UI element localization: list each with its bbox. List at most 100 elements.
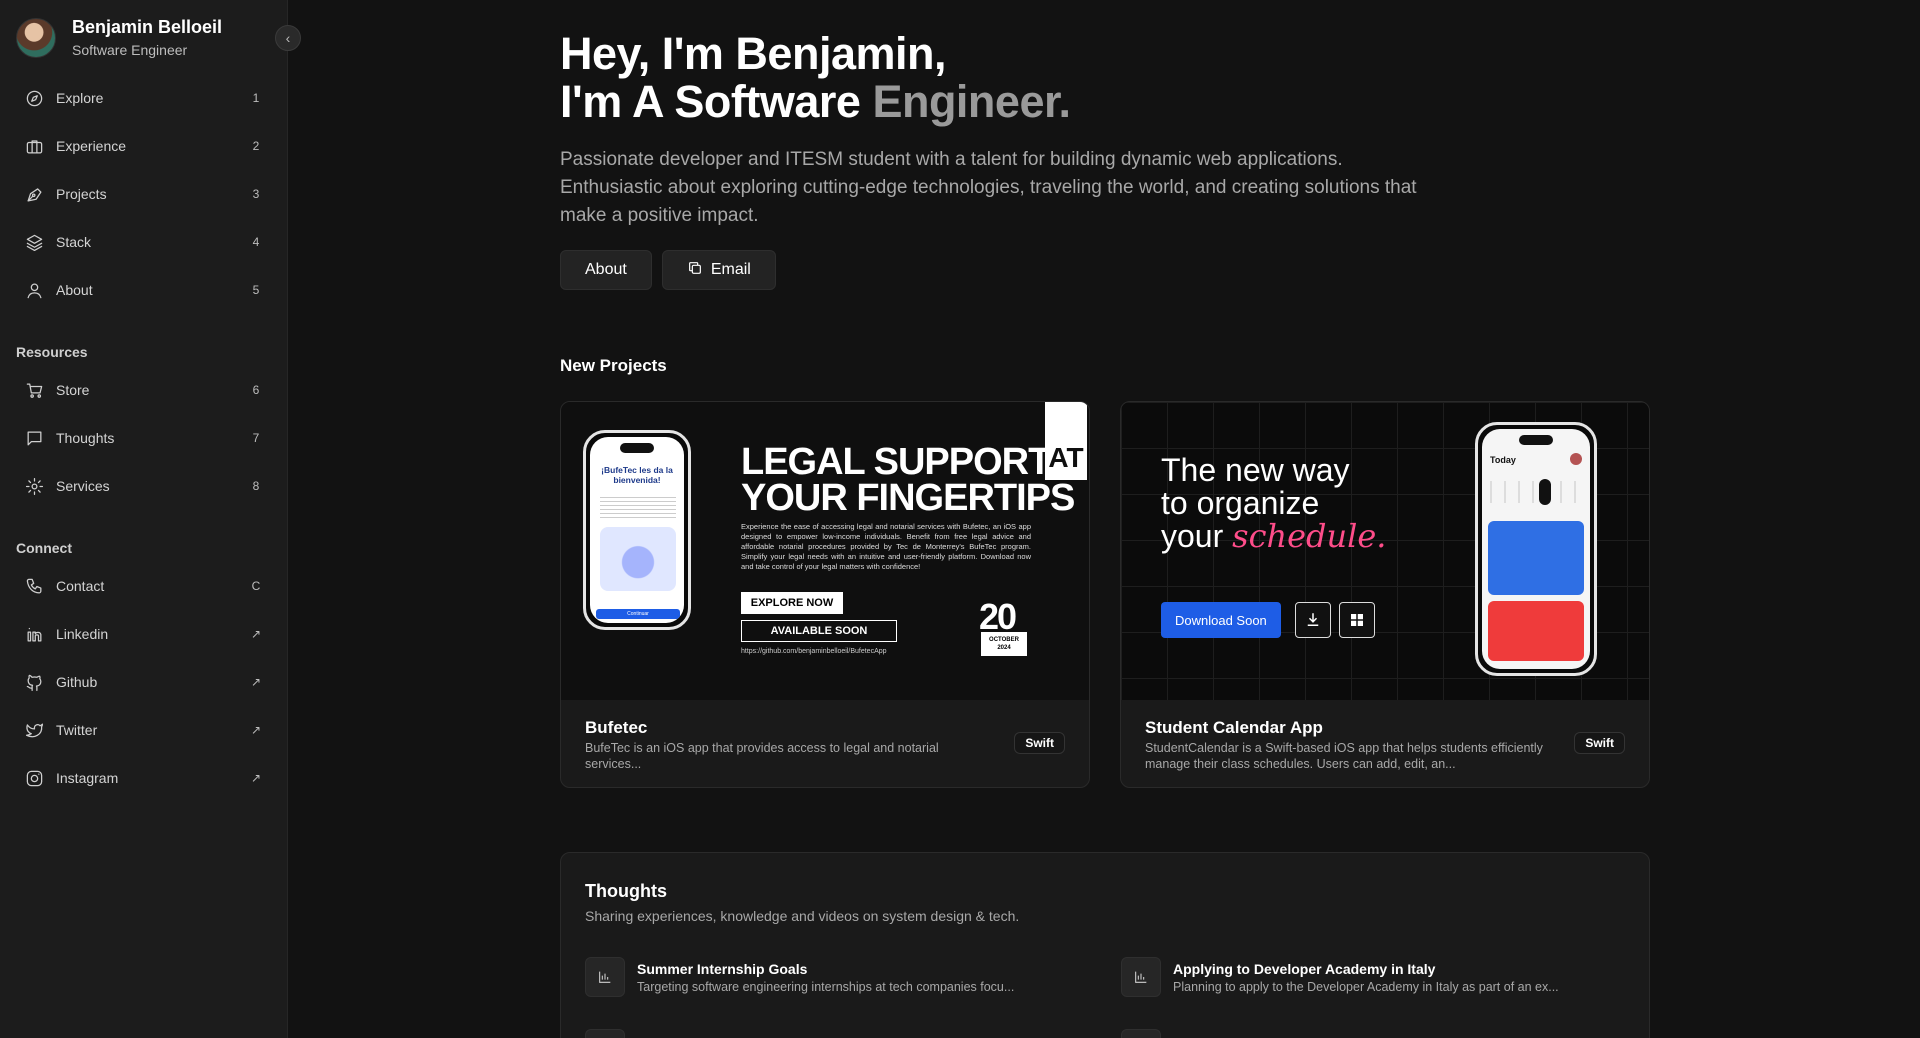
promo-body: Experience the ease of accessing legal a… bbox=[741, 522, 1031, 571]
external-link-icon: ↗ bbox=[250, 723, 262, 737]
promo-headline-1: The new way bbox=[1161, 452, 1350, 488]
sidebar-item-contact[interactable]: Contact C bbox=[12, 562, 266, 610]
thought-text bbox=[637, 1029, 1067, 1038]
message-square-icon bbox=[24, 428, 44, 448]
thoughts-subtitle: Sharing experiences, knowledge and video… bbox=[585, 908, 1020, 924]
external-link-icon: ↗ bbox=[250, 627, 262, 641]
sidebar-item-projects[interactable]: Projects 3 bbox=[12, 170, 266, 218]
promo-date-box: OCTOBER 2024 bbox=[981, 632, 1027, 656]
linkedin-icon bbox=[24, 624, 44, 644]
thought-text bbox=[1173, 1029, 1603, 1038]
main-content: Hey, I'm Benjamin, I'm A Software Engine… bbox=[288, 0, 1920, 1038]
phone-mockup: ¡BufeTec les da la bienvenida! Continuar bbox=[583, 430, 691, 630]
cart-icon bbox=[24, 380, 44, 400]
project-description: StudentCalendar is a Swift-based iOS app… bbox=[1145, 741, 1543, 771]
gear-icon bbox=[24, 476, 44, 496]
sidebar-item-stack[interactable]: Stack 4 bbox=[12, 218, 266, 266]
download-icon bbox=[1295, 602, 1331, 638]
connect-nav: Contact C Linkedin ↗ Github ↗ Twitter ↗ … bbox=[12, 562, 266, 802]
sidebar-item-twitter[interactable]: Twitter ↗ bbox=[12, 706, 266, 754]
thought-item[interactable]: Applying to Developer Academy in Italy P… bbox=[1121, 957, 1603, 997]
sidebar-item-services[interactable]: Services 8 bbox=[12, 462, 266, 510]
shortcut-key: 1 bbox=[252, 91, 260, 105]
phone-selected-day bbox=[1539, 479, 1551, 505]
about-button[interactable]: About bbox=[560, 250, 652, 290]
thoughts-section: Thoughts Sharing experiences, knowledge … bbox=[560, 852, 1650, 1038]
promo-headline-2: YOUR FINGERTIPS bbox=[741, 477, 1075, 519]
phone-mockup: Today bbox=[1475, 422, 1597, 676]
thought-item[interactable] bbox=[585, 1029, 1067, 1038]
promo-headline: LEGAL SUPPORT YOUR FINGERTIPS bbox=[741, 441, 1075, 519]
thought-text: Summer Internship Goals Targeting softwa… bbox=[637, 957, 1067, 997]
thought-item[interactable]: Summer Internship Goals Targeting softwa… bbox=[585, 957, 1067, 997]
briefcase-icon bbox=[24, 136, 44, 156]
sidebar-item-linkedin[interactable]: Linkedin ↗ bbox=[12, 610, 266, 658]
shortcut-key: 5 bbox=[252, 283, 260, 297]
project-image: ¡BufeTec les da la bienvenida! Continuar… bbox=[561, 402, 1089, 700]
promo-date-month: OCTOBER bbox=[989, 637, 1019, 643]
copy-icon bbox=[687, 260, 703, 281]
external-link-icon: ↗ bbox=[250, 771, 262, 785]
compass-icon bbox=[24, 88, 44, 108]
project-card-student-calendar[interactable]: The new way to organize your schedule. D… bbox=[1120, 401, 1650, 788]
sidebar-item-github[interactable]: Github ↗ bbox=[12, 658, 266, 706]
phone-screen-text bbox=[600, 497, 676, 519]
sidebar-item-instagram[interactable]: Instagram ↗ bbox=[12, 754, 266, 802]
promo-available-soon: AVAILABLE SOON bbox=[741, 620, 897, 642]
promo-explore-now: EXPLORE NOW bbox=[741, 592, 843, 614]
tech-tag: Swift bbox=[1014, 732, 1065, 754]
thought-description: Planning to apply to the Developer Acade… bbox=[1173, 980, 1559, 994]
download-soon-button: Download Soon bbox=[1161, 602, 1281, 638]
hero-line-1: Hey, I'm Benjamin, bbox=[560, 28, 946, 79]
promo-headline-3-text: your bbox=[1161, 518, 1224, 554]
sidebar-item-about[interactable]: About 5 bbox=[12, 266, 266, 314]
phone-notch bbox=[1519, 435, 1553, 445]
phone-avatar bbox=[1570, 453, 1582, 465]
sidebar-item-thoughts[interactable]: Thoughts 7 bbox=[12, 414, 266, 462]
profile-name: Benjamin Belloeil bbox=[72, 17, 223, 37]
shortcut-key: C bbox=[251, 579, 261, 593]
promo-headline-2: to organize bbox=[1161, 485, 1320, 521]
promo-headline-1: LEGAL SUPPORT bbox=[741, 441, 1051, 483]
sidebar-item-label: Services bbox=[56, 478, 110, 494]
github-icon bbox=[24, 672, 44, 692]
resources-heading: Resources bbox=[16, 344, 88, 360]
sidebar-item-label: Contact bbox=[56, 578, 105, 594]
sidebar-item-label: Github bbox=[56, 674, 98, 690]
user-icon bbox=[24, 280, 44, 300]
profile[interactable]: Benjamin Belloeil Software Engineer bbox=[16, 16, 222, 60]
sidebar-item-explore[interactable]: Explore 1 bbox=[12, 74, 266, 122]
grid-icon bbox=[1339, 602, 1375, 638]
promo-headline: The new way to organize your schedule. bbox=[1161, 454, 1386, 553]
phone-screen: ¡BufeTec les da la bienvenida! Continuar bbox=[590, 437, 684, 623]
phone-screen: Today bbox=[1482, 429, 1590, 669]
promo-headline-script: schedule. bbox=[1232, 517, 1387, 555]
layers-icon bbox=[24, 232, 44, 252]
external-link-icon: ↗ bbox=[250, 675, 262, 689]
sidebar: Benjamin Belloeil Software Engineer ‹ Ex… bbox=[0, 0, 301, 1038]
sidebar-item-label: Explore bbox=[56, 90, 104, 106]
about-button-label: About bbox=[585, 261, 627, 278]
promo-link: https://github.com/benjaminbelloeil/Bufe… bbox=[741, 648, 887, 655]
shortcut-key: 4 bbox=[252, 235, 260, 249]
thought-item[interactable] bbox=[1121, 1029, 1603, 1038]
twitter-icon bbox=[24, 720, 44, 740]
sidebar-item-store[interactable]: Store 6 bbox=[12, 366, 266, 414]
tech-tag: Swift bbox=[1574, 732, 1625, 754]
resources-nav: Store 6 Thoughts 7 Services 8 bbox=[12, 366, 266, 510]
sidebar-item-experience[interactable]: Experience 2 bbox=[12, 122, 266, 170]
new-projects-heading: New Projects bbox=[560, 356, 667, 375]
phone-screen-illustration bbox=[600, 527, 676, 591]
sidebar-item-label: Experience bbox=[56, 138, 127, 154]
sidebar-item-label: About bbox=[56, 282, 93, 298]
sidebar-item-label: Projects bbox=[56, 186, 107, 202]
email-button[interactable]: Email bbox=[661, 250, 776, 290]
project-description: BufeTec is an iOS app that provides acce… bbox=[585, 741, 939, 771]
avatar bbox=[16, 18, 56, 58]
email-button-label: Email bbox=[710, 261, 751, 278]
project-card-bufetec[interactable]: ¡BufeTec les da la bienvenida! Continuar… bbox=[560, 401, 1090, 788]
shortcut-key: 6 bbox=[252, 383, 260, 397]
instagram-icon bbox=[24, 768, 44, 788]
project-title: Bufetec bbox=[585, 718, 648, 737]
project-title: Student Calendar App bbox=[1145, 718, 1323, 737]
